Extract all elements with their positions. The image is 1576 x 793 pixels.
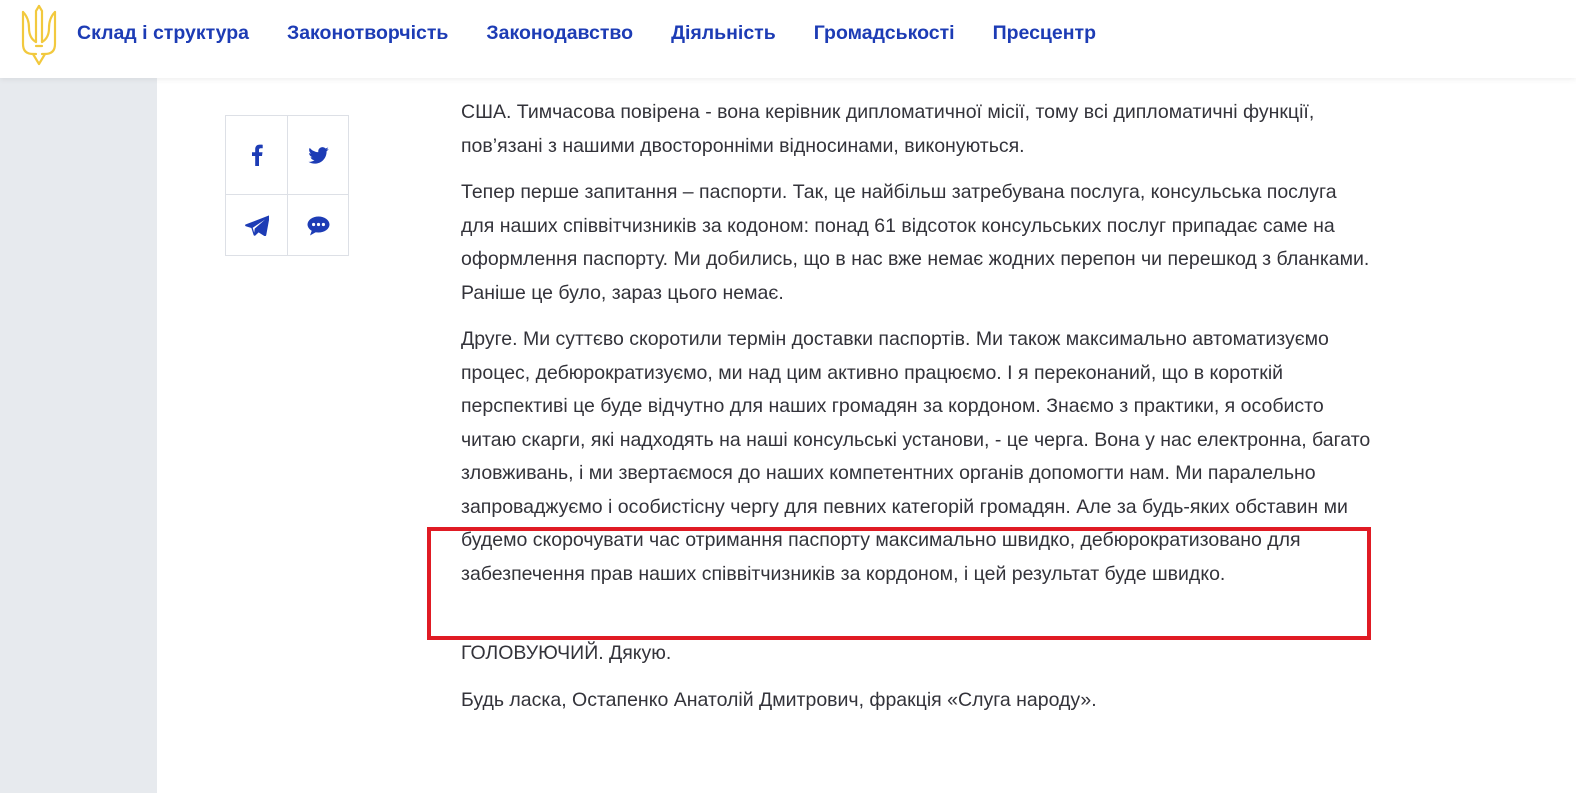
- site-header: Склад і структура Законотворчість Законо…: [0, 0, 1576, 78]
- article-paragraph: Будь ласка, Остапенко Анатолій Дмитрович…: [461, 688, 1097, 711]
- twitter-icon: [308, 146, 329, 164]
- share-viber-button[interactable]: [288, 195, 349, 256]
- main-nav: Склад і структура Законотворчість Законо…: [77, 20, 1134, 46]
- viber-icon: [307, 216, 330, 235]
- facebook-icon: [251, 144, 263, 166]
- article-paragraph: Друге. Ми суттєво скоротили термін доста…: [461, 328, 1371, 585]
- share-buttons: [225, 115, 349, 256]
- nav-item-legislation[interactable]: Законодавство: [486, 20, 633, 46]
- side-panel: [0, 78, 157, 793]
- nav-item-structure[interactable]: Склад і структура: [77, 20, 249, 46]
- ukraine-trident-icon[interactable]: [19, 4, 59, 66]
- share-telegram-button[interactable]: [226, 195, 287, 256]
- nav-item-public[interactable]: Громадськості: [814, 20, 955, 46]
- telegram-icon: [244, 215, 269, 236]
- article-paragraph-chair: ГОЛОВУЮЧИЙ. Дякую.: [461, 642, 672, 664]
- article-paragraph: Тепер перше запитання – паспорти. Так, ц…: [461, 181, 1370, 304]
- share-facebook-button[interactable]: [226, 116, 287, 194]
- nav-item-press-center[interactable]: Пресцентр: [993, 20, 1096, 46]
- article-body: США. Тимчасова повірена - вона керівник …: [461, 96, 1371, 730]
- nav-item-lawmaking[interactable]: Законотворчість: [287, 20, 448, 46]
- share-twitter-button[interactable]: [288, 116, 349, 194]
- nav-item-activity[interactable]: Діяльність: [671, 20, 776, 46]
- article-paragraph: США. Тимчасова повірена - вона керівник …: [461, 101, 1315, 157]
